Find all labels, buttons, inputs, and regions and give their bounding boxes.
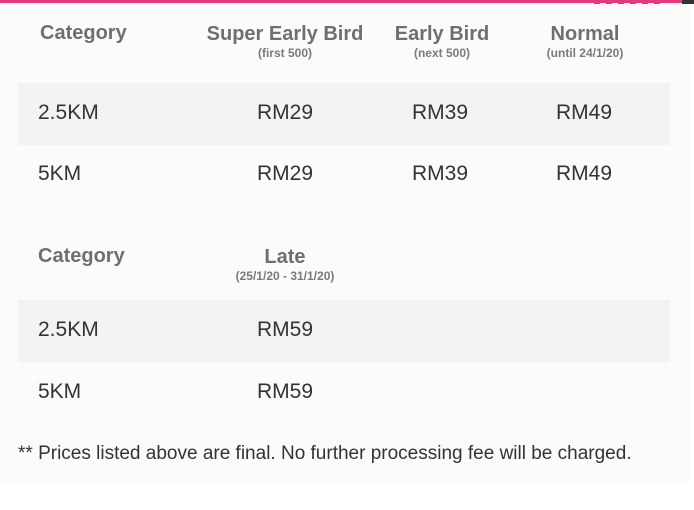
table2-category-header: Category — [38, 245, 125, 267]
table-row: 2.5KM RM29 RM39 RM49 — [18, 83, 670, 145]
row-price-late: RM59 — [256, 380, 314, 403]
table1-normal-header: Normal (until 24/1/20) — [547, 22, 624, 60]
row-price-normal: RM49 — [555, 162, 613, 185]
table-row: 2.5KM RM59 — [18, 300, 670, 362]
table-row: 5KM RM29 RM39 RM49 — [18, 144, 670, 206]
table2-late-header: Late (25/1/20 - 31/1/20) — [236, 245, 335, 283]
accent-bar — [0, 0, 694, 3]
row-category: 5KM — [38, 380, 82, 403]
corner-mark — [682, 0, 694, 4]
row-price-early: RM39 — [411, 101, 469, 124]
late-sub: (25/1/20 - 31/1/20) — [235, 269, 335, 283]
normal-title: Normal — [550, 23, 620, 45]
table1-super-early-bird-header: Super Early Bird (first 500) — [207, 22, 364, 60]
super-early-bird-title: Super Early Bird — [206, 23, 364, 45]
row-price-super-early: RM29 — [256, 101, 314, 124]
table1-early-bird-header: Early Bird (next 500) — [395, 22, 489, 60]
early-bird-sub: (next 500) — [413, 46, 471, 60]
row-price-late: RM59 — [256, 318, 314, 341]
row-category: 2.5KM — [38, 101, 99, 124]
table1-category-header: Category — [40, 22, 127, 44]
table-row: 5KM RM59 — [18, 362, 670, 424]
normal-sub: (until 24/1/20) — [546, 46, 624, 60]
row-category: 5KM — [38, 162, 82, 185]
pricing-footnote: ** Prices listed above are final. No fur… — [18, 443, 632, 464]
row-price-early: RM39 — [411, 162, 469, 185]
late-title: Late — [264, 246, 306, 268]
accent-dots — [594, 0, 664, 4]
early-bird-title: Early Bird — [394, 23, 490, 45]
row-price-normal: RM49 — [555, 101, 613, 124]
super-early-bird-sub: (first 500) — [257, 46, 313, 60]
row-category: 2.5KM — [38, 318, 99, 341]
row-price-super-early: RM29 — [256, 162, 314, 185]
pricing-page: Category Super Early Bird (first 500) Ea… — [0, 0, 694, 510]
